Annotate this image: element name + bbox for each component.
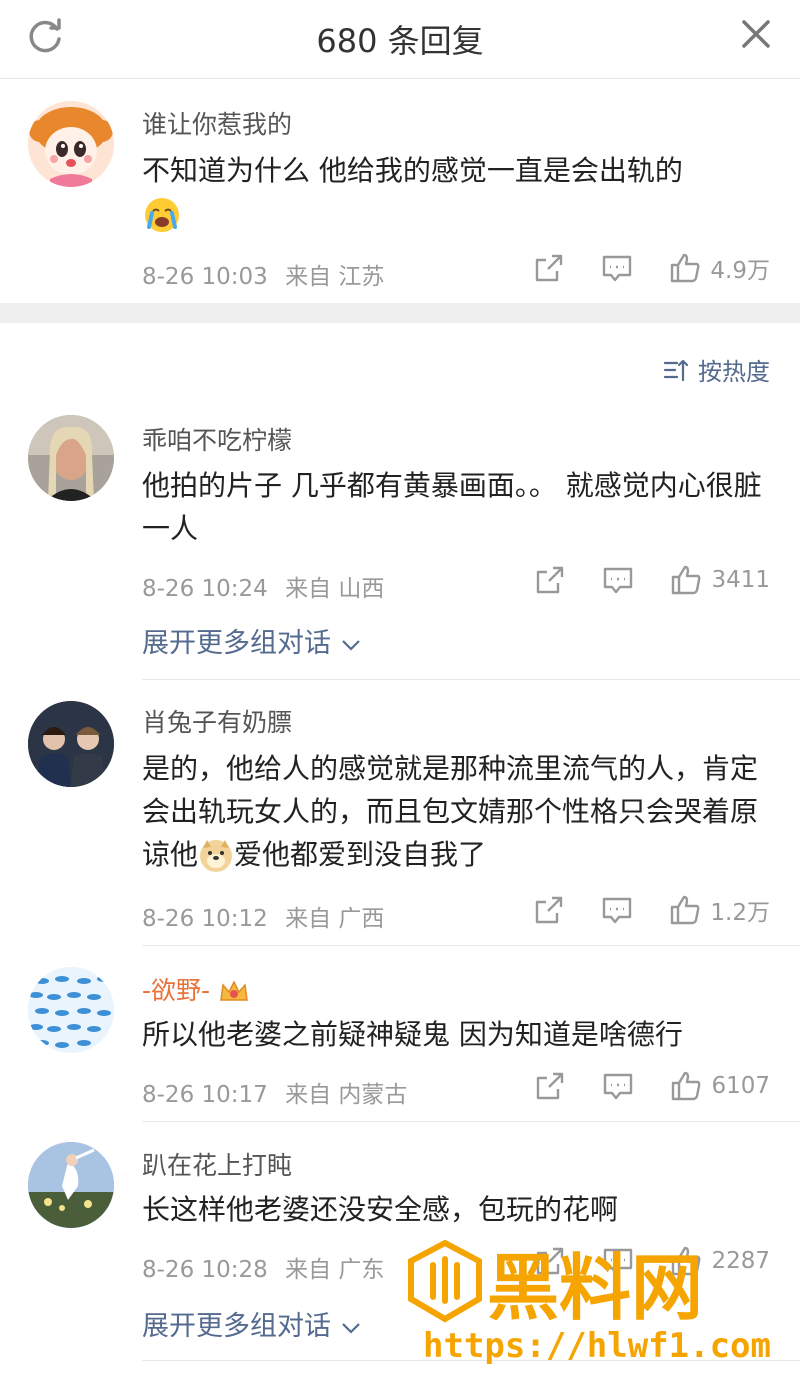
like-count: 1.2万 <box>710 900 770 926</box>
crown-badge-icon <box>220 980 248 1001</box>
chevron-down-icon <box>341 640 360 651</box>
comment-username[interactable]: -欲野- <box>142 971 250 1007</box>
comment-meta: 8-26 10:24 来自 山西 <box>142 569 384 603</box>
comment-location: 广西 <box>338 906 385 932</box>
comment-username[interactable]: 乖咱不吃柠檬 <box>142 421 292 457</box>
watermark-logo: 黑料网 https://hlwf1.com <box>408 1239 771 1365</box>
comment-actions: 6107 <box>499 1069 770 1103</box>
divider <box>142 945 800 946</box>
comment-username[interactable]: 谁让你惹我的 <box>142 105 292 141</box>
like-count: 6107 <box>711 1073 770 1099</box>
page-title: 680 条回复 <box>316 22 484 60</box>
avatar[interactable] <box>28 967 114 1053</box>
expand-label: 展开更多组对话 <box>142 1311 331 1342</box>
like-count: 4.9万 <box>710 258 770 284</box>
photo-avatar-icon <box>28 701 114 787</box>
watermark-url: https://hlwf1.com <box>423 1326 771 1365</box>
comment-from-label: 来自 <box>285 1082 332 1108</box>
reply-icon[interactable] <box>600 251 634 285</box>
like-icon[interactable] <box>669 563 703 597</box>
comment-location: 广东 <box>338 1257 385 1283</box>
like-count: 3411 <box>711 567 770 593</box>
comment-time: 8-26 10:12 <box>142 906 268 932</box>
comment-time: 8-26 10:03 <box>142 264 268 290</box>
comment-from-label: 来自 <box>285 906 332 932</box>
sort-icon <box>663 359 689 381</box>
comment-actions: 1.2万 <box>498 893 770 927</box>
divider <box>142 679 800 680</box>
share-icon[interactable] <box>533 1069 567 1103</box>
reply-icon[interactable] <box>600 893 634 927</box>
comment-username-text: -欲野- <box>142 976 211 1005</box>
comment-text: 是的，他给人的感觉就是那种流里流气的人，肯定会出轨玩女人的，而且包文婧那个性格只… <box>142 747 772 876</box>
comment-meta: 8-26 10:28 来自 广东 <box>142 1250 384 1284</box>
comment-meta: 8-26 10:12 来自 广西 <box>142 899 384 933</box>
comment-from-label: 来自 <box>285 1257 332 1283</box>
avatar[interactable] <box>28 701 114 787</box>
comment-username[interactable]: 趴在花上打盹 <box>142 1146 292 1182</box>
root-comment: 谁让你惹我的 不知道为什么 他给我的感觉一直是会出轨的 8-26 10:03 来… <box>0 79 800 303</box>
comment-from-label: 来自 <box>285 264 332 290</box>
illustration-avatar-icon <box>28 1142 114 1228</box>
fish-pattern-avatar-icon <box>28 967 114 1053</box>
close-icon[interactable] <box>738 16 774 52</box>
share-icon[interactable] <box>532 893 566 927</box>
comment-text: 所以他老婆之前疑神疑鬼 因为知道是啥德行 <box>142 1018 683 1051</box>
comment-text: 不知道为什么 他给我的感觉一直是会出轨的 <box>142 149 772 235</box>
expand-thread-link[interactable]: 展开更多组对话 <box>142 1304 362 1343</box>
comment-text: 长这样他老婆还没安全感，包玩的花啊 <box>142 1193 619 1226</box>
expand-thread-link[interactable]: 展开更多组对话 <box>142 621 362 660</box>
sort-label: 按热度 <box>698 358 770 386</box>
comment-time: 8-26 10:24 <box>142 576 268 602</box>
comment-text-tail: 爱他都爱到没自我了 <box>234 838 487 871</box>
avatar[interactable] <box>28 415 114 501</box>
expand-label: 展开更多组对话 <box>142 628 331 659</box>
comment-time: 8-26 10:17 <box>142 1082 268 1108</box>
comment-text: 他拍的片子 几乎都有黄暴画面。。 就感觉内心很脏一人 <box>142 469 762 545</box>
avatar[interactable] <box>28 101 114 187</box>
doge-emoji-icon <box>200 840 233 872</box>
section-divider <box>0 303 800 323</box>
comment-location: 江苏 <box>338 264 385 290</box>
comment-actions: 3411 <box>499 563 770 597</box>
reply-icon[interactable] <box>601 563 635 597</box>
comment-meta: 8-26 10:17 来自 内蒙古 <box>142 1075 407 1109</box>
like-icon[interactable] <box>668 893 702 927</box>
like-icon[interactable] <box>668 251 702 285</box>
comment-location: 内蒙古 <box>338 1082 408 1108</box>
comment-location: 山西 <box>338 576 385 602</box>
share-icon[interactable] <box>532 251 566 285</box>
comment-actions: 4.9万 <box>498 251 770 285</box>
comment-time: 8-26 10:28 <box>142 1257 268 1283</box>
comment-text-body: 不知道为什么 他给我的感觉一直是会出轨的 <box>142 154 683 187</box>
cartoon-girl-avatar-icon <box>28 101 114 187</box>
divider <box>142 1121 800 1122</box>
watermark-emblem-icon <box>408 1239 482 1323</box>
photo-avatar-icon <box>28 415 114 501</box>
comment-username[interactable]: 肖兔子有奶膘 <box>142 703 292 739</box>
like-icon[interactable] <box>669 1069 703 1103</box>
watermark-brand: 黑料网 <box>487 1246 703 1330</box>
comment-meta: 8-26 10:03 来自 江苏 <box>142 257 384 291</box>
reply-icon[interactable] <box>601 1069 635 1103</box>
avatar[interactable] <box>28 1142 114 1228</box>
top-bar: 680 条回复 <box>0 0 800 79</box>
sort-toggle[interactable]: 按热度 <box>662 352 770 387</box>
crying-emoji-icon <box>145 198 179 232</box>
share-icon[interactable] <box>533 563 567 597</box>
comment-from-label: 来自 <box>285 576 332 602</box>
chevron-down-icon <box>341 1323 360 1334</box>
